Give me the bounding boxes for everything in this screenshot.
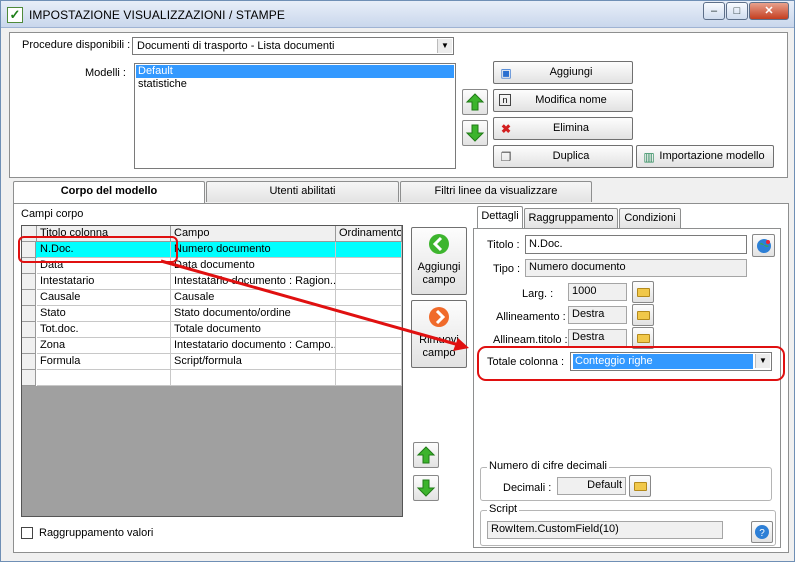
highlight-arrow: [160, 259, 469, 351]
window: ✓ IMPOSTAZIONE VISUALIZZAZIONI / STAMPE …: [0, 0, 795, 562]
